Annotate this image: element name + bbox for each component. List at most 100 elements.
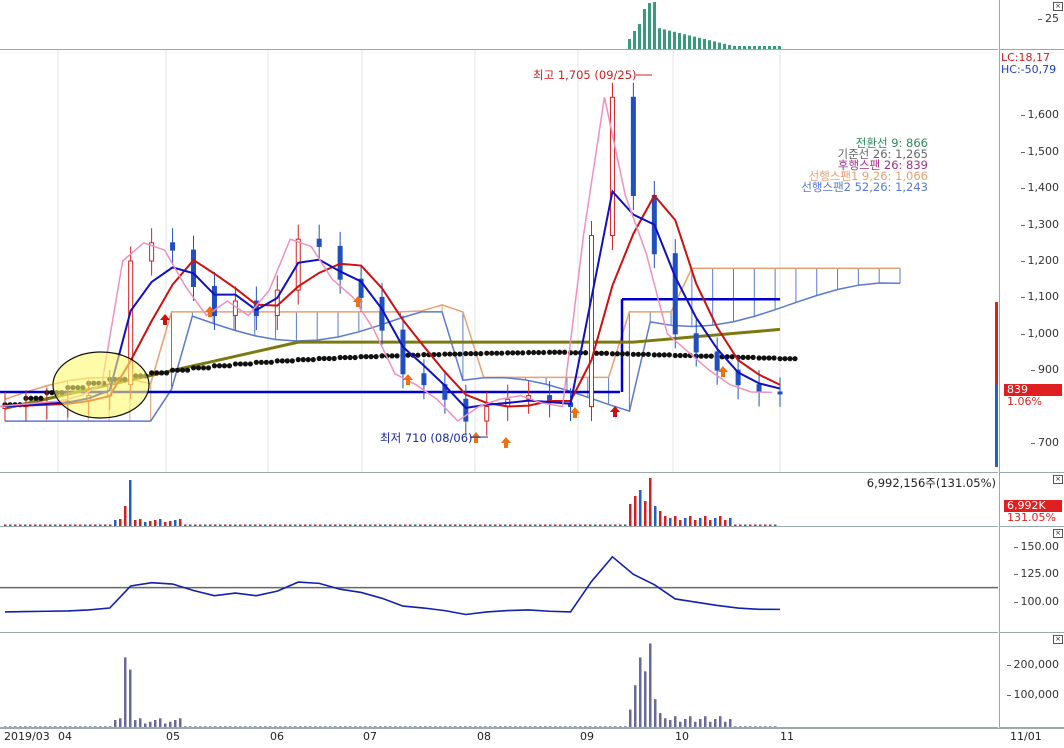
volume-bar (439, 524, 442, 526)
indicator2-bar (714, 718, 717, 727)
volume-bar (314, 524, 317, 526)
indicator2-bar (344, 726, 347, 727)
volume-bar (674, 516, 677, 526)
arrow-icon (501, 437, 511, 448)
volume-bar (759, 524, 762, 526)
volume-bar (744, 524, 747, 526)
low-annotation: 최저 710 (08/06) (380, 431, 473, 445)
ma-dot (494, 350, 500, 356)
ma-dot (237, 361, 244, 367)
volume-bar (584, 524, 587, 526)
ma-dot (28, 395, 34, 401)
ma-dot (661, 352, 667, 358)
indicator2-bar (254, 726, 257, 727)
ma-dot (149, 370, 155, 376)
ma-dot (368, 354, 374, 360)
indicator2-bar (209, 726, 212, 727)
volume-bar (624, 524, 627, 526)
top-bar (633, 31, 636, 49)
pane-close-icon[interactable]: × (1053, 635, 1063, 644)
top-bar (708, 40, 711, 49)
indicator2-bar (189, 726, 192, 727)
indicator2-bar (274, 726, 277, 727)
ma-dot (421, 352, 427, 358)
volume-bar (454, 524, 457, 526)
indicator2-bar (739, 726, 742, 727)
indicator2-pane[interactable] (0, 633, 998, 728)
pane-close-icon[interactable]: × (1053, 529, 1063, 538)
indicator2-bar (59, 726, 62, 727)
volume-bar (574, 524, 577, 526)
pane-close-icon[interactable]: × (1053, 2, 1063, 11)
volume-bar (489, 524, 492, 526)
indicator2-bar (14, 726, 17, 727)
candle-body (714, 351, 720, 371)
indicator2-bar (694, 721, 697, 727)
volume-bar (29, 524, 32, 526)
price-tick: 1,300 (1020, 217, 1059, 231)
volume-bar (24, 524, 27, 526)
indicator2-bar (309, 726, 312, 727)
x-label: 11 (780, 730, 794, 743)
ma-dot (473, 351, 479, 357)
indicator2-bar (239, 726, 242, 727)
indicator2-bar (454, 726, 457, 727)
ma-dot (787, 356, 793, 362)
indicator2-bar (449, 726, 452, 727)
volume-bar (774, 524, 777, 526)
volume-bar (474, 524, 477, 526)
price-tick: 1,500 (1020, 144, 1059, 158)
indicator2-bar (424, 726, 427, 727)
indicator2-bar (404, 726, 407, 727)
indicator2-bar (494, 726, 497, 727)
volume-bar (134, 520, 137, 526)
ma-dot (247, 361, 254, 367)
volume-bar (549, 524, 552, 526)
ma-dot (331, 355, 337, 362)
volume-bar (689, 516, 692, 526)
ma-dot (216, 363, 223, 369)
ma-dot (526, 349, 532, 356)
indicator2-bar (519, 726, 522, 727)
top-bar (763, 46, 766, 49)
candle-body (693, 333, 699, 353)
ma-dot (268, 359, 274, 365)
price-chart[interactable] (0, 50, 998, 472)
indicator2-bar (419, 726, 422, 727)
volume-bar (739, 524, 742, 526)
indicator2-bar (769, 726, 772, 727)
ma-dot (666, 352, 672, 358)
indicator2-bar (604, 726, 607, 727)
indicator2-bar (569, 726, 572, 727)
x-label: 09 (580, 730, 594, 743)
indicator2-bar (124, 657, 127, 727)
candle-body (756, 384, 762, 393)
pane-close-icon[interactable]: × (1053, 475, 1063, 484)
legend-entry: 선행스팬2 52,26: 1,243 (801, 180, 928, 194)
volume-bar (44, 524, 47, 526)
ma-dot (415, 352, 421, 358)
indicator2-bar (544, 726, 547, 727)
price-pane[interactable]: 전환선 9: 866 기준선 26: 1,265 후행스팬 26: 839 선행스팬1… (0, 50, 998, 473)
volume-bar (184, 524, 187, 526)
indicator1-pane[interactable] (0, 527, 998, 633)
indicator2-bar (444, 726, 447, 727)
top-bar (773, 46, 776, 49)
ma-dot (531, 349, 537, 356)
indicator2-bar (154, 720, 157, 727)
volume-bar (329, 524, 332, 526)
candle-body (421, 373, 427, 386)
volume-pane[interactable]: 6,992,156주(131.05%) (0, 473, 998, 527)
ma-dot (159, 370, 165, 376)
volume-bar (119, 519, 122, 526)
volume-bar (509, 524, 512, 526)
indicator2-bar (549, 726, 552, 727)
volume-bar (339, 524, 342, 526)
indicator2-axis: × 200,000 100,000 (999, 633, 1064, 728)
volume-bar (384, 524, 387, 526)
indicator2-bar (349, 726, 352, 727)
volume-bar (434, 524, 437, 526)
volume-bar (199, 524, 202, 526)
volume-bar (204, 524, 207, 526)
volume-bar (699, 518, 702, 526)
